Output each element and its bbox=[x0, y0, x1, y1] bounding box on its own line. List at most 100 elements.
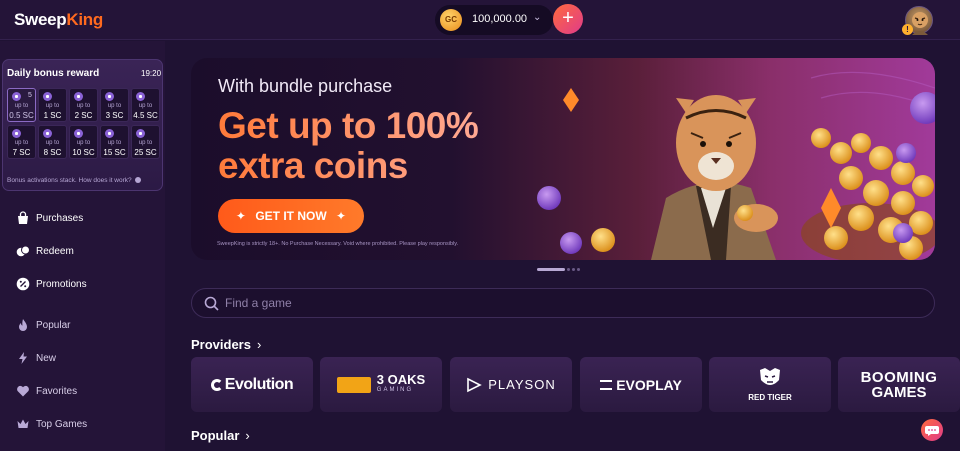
pager-dot[interactable] bbox=[567, 268, 570, 271]
evoplay-logo-icon bbox=[600, 379, 613, 390]
lock-icon bbox=[105, 92, 114, 101]
sidebar-item-top-games[interactable]: Top Games bbox=[16, 415, 87, 433]
sidebar-item-favorites[interactable]: Favorites bbox=[16, 382, 77, 400]
top-bar: SweepKing GC 100,000.00 ⌄ + ! bbox=[0, 0, 960, 40]
provider-sub: GAMES bbox=[871, 383, 927, 401]
alert-badge: ! bbox=[902, 24, 913, 35]
logo-sweep: Sweep bbox=[14, 10, 67, 29]
pager-dot[interactable] bbox=[577, 268, 580, 271]
crown-icon bbox=[17, 419, 29, 428]
sidebar-item-label: Purchases bbox=[36, 212, 84, 224]
bonus-upto: up to bbox=[14, 103, 29, 109]
bonus-cell[interactable]: up to 25 SC bbox=[131, 125, 160, 159]
bonus-cell[interactable]: up to 1 SC bbox=[38, 88, 67, 122]
bonus-amount: 0.5 SC bbox=[9, 111, 34, 120]
chevron-right-icon: › bbox=[245, 428, 250, 443]
provider-name: PLAYSON bbox=[488, 377, 556, 392]
sidebar-item-new[interactable]: New bbox=[16, 349, 56, 367]
tiger-mascot-illustration bbox=[537, 71, 935, 260]
providers-heading[interactable]: Providers › bbox=[191, 337, 261, 352]
bonus-amount: 7 SC bbox=[12, 148, 31, 157]
provider-card-evoplay[interactable]: EVOPLAY bbox=[580, 357, 702, 412]
provider-card-booming[interactable]: BOOMING GAMES bbox=[838, 357, 960, 412]
popular-heading[interactable]: Popular › bbox=[191, 428, 250, 443]
sidebar-item-purchases[interactable]: Purchases bbox=[16, 209, 83, 227]
search-input[interactable] bbox=[225, 289, 825, 317]
bonus-upto: up to bbox=[14, 140, 29, 146]
bonus-timer: 19:20 bbox=[141, 69, 162, 78]
bonus-upto: up to bbox=[107, 103, 122, 109]
carousel-pager bbox=[537, 268, 582, 286]
lock-icon bbox=[43, 92, 52, 101]
bonus-upto: up to bbox=[76, 103, 91, 109]
bonus-cell[interactable]: up to 7 SC bbox=[7, 125, 36, 159]
bonus-cell[interactable]: up to 10 SC bbox=[69, 125, 98, 159]
get-it-now-button[interactable]: ✦ GET IT NOW ✦ bbox=[218, 199, 364, 233]
lock-icon bbox=[136, 129, 145, 138]
sidebar-item-label: Popular bbox=[36, 319, 71, 331]
bonus-footer-text: Bonus activations stack. How does it wor… bbox=[7, 177, 132, 184]
sparkle-icon: ✦ bbox=[336, 209, 347, 223]
bonus-cell[interactable]: up to 8 SC bbox=[38, 125, 67, 159]
sidebar-item-popular[interactable]: Popular bbox=[16, 316, 70, 334]
provider-card-red-tiger[interactable]: RED TIGER bbox=[709, 357, 831, 412]
pager-dot-active[interactable] bbox=[537, 268, 565, 271]
logo-king: King bbox=[66, 10, 103, 29]
sidebar-item-label: Top Games bbox=[36, 418, 88, 430]
chat-icon bbox=[925, 426, 939, 436]
logo[interactable]: SweepKing bbox=[14, 10, 103, 30]
provider-name: BOOMING bbox=[860, 368, 938, 386]
cta-label: GET IT NOW bbox=[255, 209, 327, 223]
bonus-footer[interactable]: Bonus activations stack. How does it wor… bbox=[7, 177, 142, 184]
provider-text: 3 OAKS GAMING bbox=[376, 373, 425, 396]
lock-icon bbox=[43, 129, 52, 138]
bonus-cell[interactable]: up to 15 SC bbox=[100, 125, 129, 159]
lock-icon bbox=[12, 92, 21, 101]
sidebar-item-label: Favorites bbox=[36, 385, 78, 397]
banner-title-line1: Get up to 100% bbox=[218, 105, 479, 146]
sidebar-item-redeem[interactable]: Redeem bbox=[16, 242, 74, 260]
bonus-cell[interactable]: 5 up to 0.5 SC bbox=[7, 88, 36, 122]
bonus-count: 5 bbox=[28, 92, 32, 99]
lock-icon bbox=[136, 92, 145, 101]
bonus-upto: up to bbox=[76, 140, 91, 146]
add-coins-button[interactable]: + bbox=[553, 4, 583, 34]
provider-card-playson[interactable]: PLAYSON bbox=[450, 357, 572, 412]
pager-dot[interactable] bbox=[572, 268, 575, 271]
percent-badge-icon bbox=[16, 277, 30, 291]
bonus-cell[interactable]: up to 2 SC bbox=[69, 88, 98, 122]
lock-icon bbox=[74, 92, 83, 101]
chevron-right-icon: › bbox=[256, 337, 262, 352]
search-icon bbox=[204, 296, 219, 311]
provider-card-3-oaks[interactable]: 3 OAKS GAMING bbox=[320, 357, 442, 412]
bonus-upto: up to bbox=[45, 140, 60, 146]
provider-card-evolution[interactable]: Evolution bbox=[191, 357, 313, 412]
daily-bonus-card[interactable]: Daily bonus reward 19:20 5 up to 0.5 SC … bbox=[2, 59, 163, 191]
red-tiger-logo-icon bbox=[760, 368, 780, 385]
sparkle-icon: ✦ bbox=[235, 209, 246, 223]
bonus-title: Daily bonus reward bbox=[7, 68, 100, 79]
section-title: Popular bbox=[191, 428, 240, 443]
promo-banner[interactable]: With bundle purchase Get up to 100% extr… bbox=[191, 58, 935, 260]
lock-icon bbox=[105, 129, 114, 138]
sidebar-item-label: Promotions bbox=[36, 278, 87, 290]
bonus-cell[interactable]: up to 3 SC bbox=[100, 88, 129, 122]
chat-button[interactable] bbox=[921, 419, 943, 441]
evolution-logo-icon bbox=[210, 378, 223, 391]
bonus-upto: up to bbox=[107, 140, 122, 146]
search-bar bbox=[191, 288, 935, 318]
info-icon bbox=[135, 177, 142, 184]
provider-sub: GAMING bbox=[376, 386, 414, 393]
oaks-logo-icon bbox=[336, 376, 371, 393]
banner-disclaimer: SweepKing is strictly 18+. No Purchase N… bbox=[217, 241, 459, 247]
gold-coin-icon: GC bbox=[440, 9, 462, 31]
balance-selector[interactable]: GC 100,000.00 ⌄ bbox=[435, 5, 553, 35]
sidebar: Daily bonus reward 19:20 5 up to 0.5 SC … bbox=[0, 41, 165, 451]
sidebar-item-promotions[interactable]: Promotions bbox=[16, 275, 87, 293]
bonus-cell[interactable]: up to 4.5 SC bbox=[131, 88, 160, 122]
bonus-amount: 25 SC bbox=[134, 148, 157, 157]
provider-name: EVOPLAY bbox=[616, 376, 682, 393]
balance-value: 100,000.00 bbox=[472, 13, 528, 25]
banner-subtitle: With bundle purchase bbox=[218, 76, 393, 96]
bonus-amount: 15 SC bbox=[103, 148, 126, 157]
